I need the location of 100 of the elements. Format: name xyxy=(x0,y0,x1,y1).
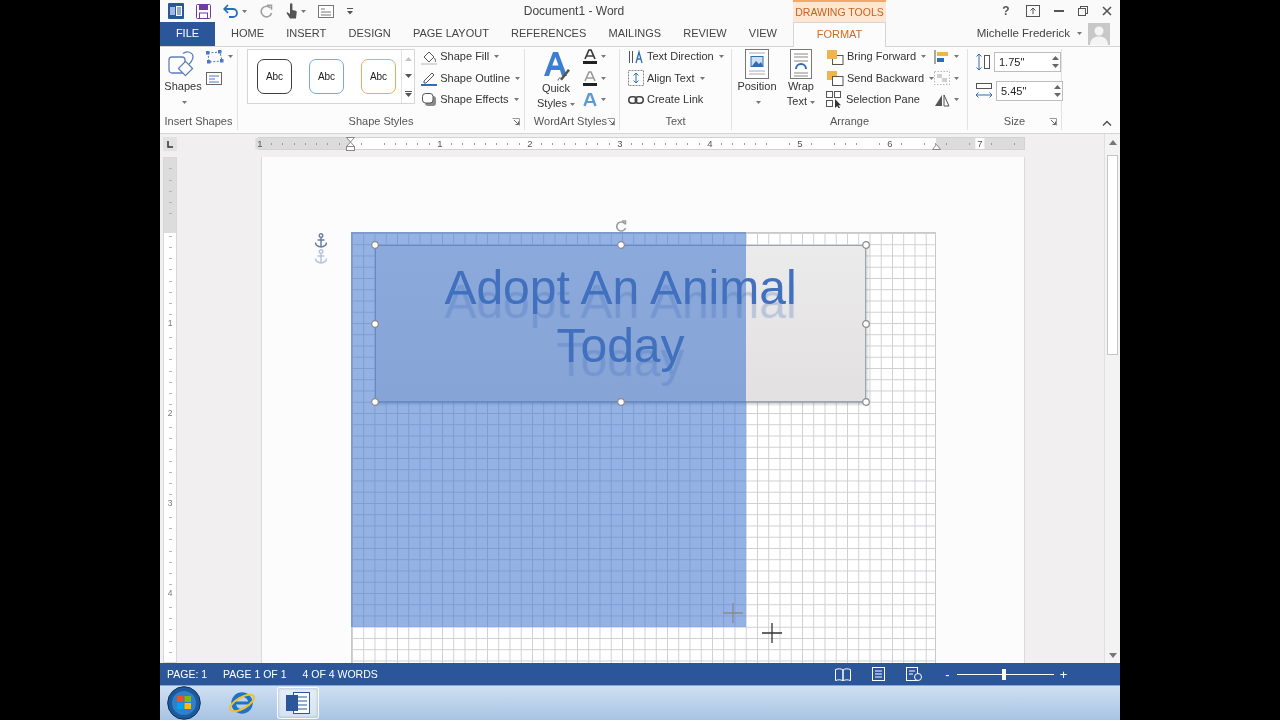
tab-stop-icon[interactable] xyxy=(163,137,177,151)
page-icon[interactable] xyxy=(872,667,885,681)
book-icon[interactable] xyxy=(835,667,851,681)
ribbon-display-icon[interactable] xyxy=(1026,5,1040,17)
resize-handle-icon[interactable] xyxy=(371,398,379,406)
resize-handle-icon[interactable] xyxy=(616,398,625,406)
status-item[interactable]: PAGE: 1 xyxy=(167,667,208,681)
anchor-icon xyxy=(314,249,328,264)
redo-icon[interactable] xyxy=(259,4,273,18)
align-text-button[interactable]: Align Text xyxy=(628,67,724,89)
crosshair-icon xyxy=(762,623,782,643)
dialog-launcher-icon[interactable] xyxy=(607,117,615,126)
caret-icon[interactable] xyxy=(601,55,606,59)
collapse-ribbon-icon[interactable] xyxy=(1102,120,1112,126)
ruler-number: 2 xyxy=(525,138,535,149)
undo-icon[interactable] xyxy=(223,4,238,18)
page-picture-icon xyxy=(745,49,769,79)
edit-shape-icon[interactable] xyxy=(206,49,224,64)
dialog-launcher-icon[interactable] xyxy=(512,117,520,126)
letter-brush-icon xyxy=(541,49,571,81)
caret-icon[interactable] xyxy=(301,9,306,13)
caret-icon[interactable] xyxy=(954,98,959,102)
position-button[interactable]: Position xyxy=(736,46,778,109)
text-box-icon[interactable] xyxy=(206,71,222,85)
scroll-thumb[interactable] xyxy=(1107,155,1118,355)
form-icon[interactable] xyxy=(318,4,334,18)
scroll-up-icon[interactable] xyxy=(1108,140,1117,145)
status-item[interactable]: PAGE 1 OF 1 xyxy=(223,667,287,681)
resize-handle-icon[interactable] xyxy=(371,241,379,249)
ruler-number: 6 xyxy=(885,138,895,149)
caret-icon[interactable] xyxy=(601,76,606,80)
shape-height-icon xyxy=(975,53,991,71)
start-orb-icon[interactable] xyxy=(167,686,201,720)
restore-icon[interactable] xyxy=(1078,6,1088,16)
caret-icon[interactable] xyxy=(228,55,233,59)
resize-handle-icon[interactable] xyxy=(616,241,625,249)
rotate-icon[interactable] xyxy=(934,92,950,107)
style-preset[interactable]: Abc xyxy=(361,59,396,94)
rotate-handle-icon[interactable] xyxy=(614,220,627,232)
ribbon-tab[interactable]: DESIGN xyxy=(348,22,391,46)
zoom-thumb[interactable] xyxy=(1001,668,1006,680)
send-backward-button[interactable]: Send Backward xyxy=(825,67,934,89)
caret-icon[interactable] xyxy=(954,76,959,80)
caret-icon[interactable] xyxy=(601,98,606,102)
width-field[interactable]: 5.45" xyxy=(996,81,1063,101)
group-label: Insert Shapes xyxy=(164,114,233,129)
ribbon-tab[interactable]: HOME xyxy=(231,22,264,46)
quick-styles-button[interactable]: Quick Styles xyxy=(533,46,579,111)
selection-pane-button[interactable]: Selection Pane xyxy=(825,89,934,111)
text-effects-icon[interactable] xyxy=(583,92,597,107)
scroll-down-icon[interactable] xyxy=(404,73,412,78)
text-fill-icon[interactable] xyxy=(583,49,597,65)
save-icon[interactable] xyxy=(196,3,211,19)
text-outline-icon[interactable] xyxy=(583,70,597,86)
selection-pane-icon xyxy=(825,91,843,109)
ribbon-tab[interactable]: MAILINGS xyxy=(608,22,662,46)
shape-outline-button[interactable]: Shape Outline xyxy=(421,67,520,89)
zoom-out-button[interactable]: - xyxy=(943,667,952,681)
zoom-in-button[interactable]: + xyxy=(1059,667,1068,681)
ruler-number: 5 xyxy=(795,138,805,149)
shapes-button[interactable]: Shapes xyxy=(164,46,202,109)
app-logo-icon[interactable] xyxy=(168,3,184,19)
bring-forward-button[interactable]: Bring Forward xyxy=(825,46,934,68)
more-icon[interactable] xyxy=(404,90,412,97)
style-preset[interactable]: Abc xyxy=(257,59,292,94)
dialog-launcher-icon[interactable] xyxy=(1049,117,1057,126)
ribbon-tab[interactable]: INSERT xyxy=(286,22,327,46)
status-item[interactable]: 4 OF 4 WORDS xyxy=(302,667,378,681)
file-tab[interactable]: FILE xyxy=(160,22,215,46)
align-icon[interactable] xyxy=(934,49,950,64)
ribbon-tab[interactable]: REVIEW xyxy=(683,22,727,46)
indent-marker-icon[interactable] xyxy=(346,137,355,151)
create-link-button[interactable]: Create Link xyxy=(628,89,724,111)
help-button[interactable]: ? xyxy=(1000,3,1012,19)
resize-handle-icon[interactable] xyxy=(371,319,379,328)
ribbon-tab[interactable]: FORMAT xyxy=(793,22,886,47)
customize-icon[interactable] xyxy=(346,7,354,15)
close-icon[interactable] xyxy=(1102,6,1112,16)
shape-effects-button[interactable]: Shape Effects xyxy=(421,89,520,111)
height-field[interactable]: 1.75" xyxy=(994,52,1061,72)
wrap-text-button[interactable]: Wrap Text xyxy=(783,46,818,109)
style-preset[interactable]: Abc xyxy=(309,59,344,94)
resize-handle-icon[interactable] xyxy=(862,241,870,249)
resize-handle-icon[interactable] xyxy=(862,398,870,406)
indent-marker-icon[interactable] xyxy=(932,144,941,150)
scroll-down-icon[interactable] xyxy=(1108,653,1117,658)
hand-pointer-icon[interactable] xyxy=(285,3,297,19)
caret-icon[interactable] xyxy=(242,9,247,13)
text-direction-button[interactable]: Text Direction xyxy=(628,46,724,68)
taskbar-app[interactable] xyxy=(277,687,319,719)
shape-fill-button[interactable]: Shape Fill xyxy=(421,46,520,68)
caret-icon[interactable] xyxy=(954,55,959,59)
ribbon-tab[interactable]: VIEW xyxy=(748,22,777,46)
caret-icon xyxy=(1077,32,1082,36)
ribbon-tab[interactable]: REFERENCES xyxy=(511,22,587,46)
web-page-icon[interactable] xyxy=(906,667,922,681)
account-menu[interactable]: Michelle Frederick xyxy=(976,27,1082,41)
resize-handle-icon[interactable] xyxy=(862,319,870,328)
text-direction-icon xyxy=(628,48,644,65)
ribbon-tab[interactable]: PAGE LAYOUT xyxy=(412,22,489,46)
